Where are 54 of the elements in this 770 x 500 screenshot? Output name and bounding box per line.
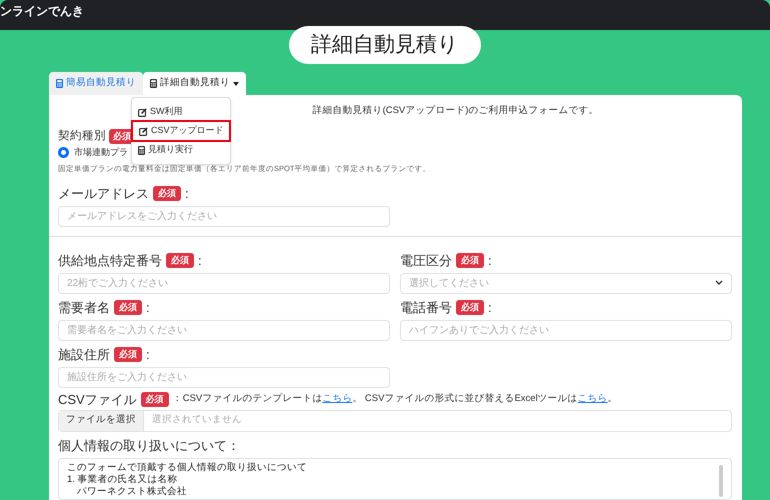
file-status: 選択されていません [152, 413, 242, 428]
field-label: 供給地点特定番号 [58, 252, 162, 270]
tab[interactable]: 詳細自動見積り [143, 72, 246, 95]
template-link[interactable]: こちら [578, 393, 608, 404]
field-label: 電圧区分 [400, 252, 452, 270]
text-field[interactable]: 需要者名をご入力ください [58, 320, 390, 340]
colon-label: : [185, 184, 189, 203]
required-badge: 必須 [456, 300, 484, 315]
menu-item[interactable]: CSVアップロード [133, 122, 229, 140]
field-label: 電話番号 [400, 298, 452, 317]
required-badge: 必須 [153, 186, 181, 201]
colon-label: : [146, 298, 150, 317]
template-link[interactable]: こちら [322, 393, 352, 404]
radio-button[interactable] [58, 146, 69, 158]
app-title: ンラインでんき [0, 5, 84, 17]
page-title: 詳細自動見積り [289, 26, 481, 64]
edit-icon [138, 108, 147, 116]
colon-label: : [488, 252, 492, 270]
menu-item[interactable]: 見積り実行 [132, 141, 230, 159]
text-field[interactable]: メールアドレスをご入力ください [58, 206, 390, 226]
required-badge: 必須 [114, 300, 142, 315]
text-field[interactable]: 22桁でご入力ください [58, 272, 390, 294]
calculator-icon [150, 79, 157, 88]
radio-label: 市場連動プラ [74, 146, 128, 158]
chevron-down-icon [715, 280, 723, 286]
required-badge: 必須 [140, 392, 169, 407]
privacy-line: 1. 事業者の氏名又は名称 [67, 474, 179, 486]
colon-label: : [488, 298, 492, 317]
privacy-line: パワーネクスト株式会社 [76, 486, 188, 498]
scrollbar[interactable] [719, 465, 723, 497]
field-label: CSVファイル [58, 390, 137, 409]
required-badge: 必須 [456, 253, 484, 268]
choose-file-button[interactable]: ファイルを選択 [59, 410, 144, 430]
required-badge: 必須 [114, 347, 142, 362]
colon-label: : [146, 346, 150, 364]
tab[interactable]: 簡易自動見積り [49, 72, 143, 95]
text-field[interactable]: 施設住所をご入力ください [58, 366, 390, 388]
text-field[interactable]: ハイフンありでご入力ください [400, 320, 732, 340]
calculator-icon [56, 79, 63, 88]
required-badge: 必須 [166, 253, 194, 268]
calculator-icon [138, 146, 145, 154]
caret-icon [233, 82, 239, 86]
colon-label: : [198, 252, 202, 270]
file-input[interactable]: ファイルを選択 選択されていません [58, 410, 732, 432]
privacy-label: 個人情報の取り扱いについて： [58, 436, 241, 454]
privacy-line: このフォームで頂戴する個人情報の取り扱いについて [67, 462, 308, 474]
field-label: 契約種別 [58, 128, 106, 144]
field-label: 施設住所 [58, 346, 110, 364]
edit-icon [139, 126, 148, 136]
field-label: 需要者名 [58, 298, 110, 317]
csv-help-text: ：CSVファイルのテンプレートは こちら。 CSVファイルの形式に並び替えるExcelツールは こちら。 [172, 392, 618, 406]
field-label: メールアドレス [58, 184, 149, 203]
menu-item[interactable]: SW利用 [132, 103, 230, 121]
intro-text: 詳細自動見積り(CSVアップロード)のご利用申込フォームです。 [312, 105, 598, 116]
